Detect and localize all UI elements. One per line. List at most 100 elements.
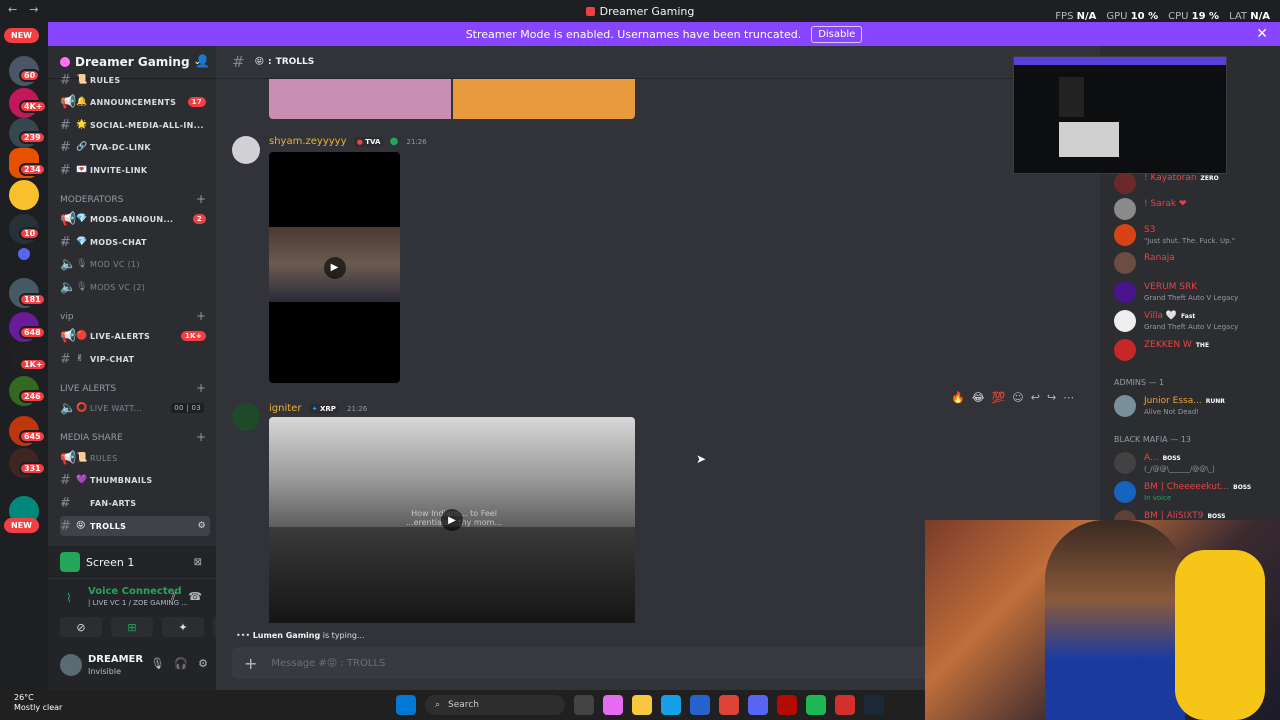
- screen-share-button[interactable]: ⊞: [111, 617, 153, 637]
- member-item[interactable]: ZEKKEN W THE: [1114, 337, 1278, 363]
- copilot-icon[interactable]: [603, 695, 623, 715]
- forward-icon[interactable]: ↪: [1047, 391, 1056, 404]
- voice-channel-mods-vc-2[interactable]: 🔈 🎙 MODS VC (2): [60, 277, 210, 297]
- channel-invite-link[interactable]: ▸ # 💌 INVITE-LINK: [60, 160, 210, 180]
- message-input[interactable]: Message #😝 : TROLLS: [271, 658, 385, 669]
- video-attachment[interactable]: How Indians... to Feel ...erentials ...t…: [269, 417, 635, 623]
- reply-icon[interactable]: ↩: [1031, 391, 1040, 404]
- reaction-fire-icon[interactable]: 🔥: [951, 391, 965, 404]
- channel-announcements[interactable]: ▸ 📢 🔔 ANNOUNCEMENTS 17: [60, 92, 210, 112]
- headphones-icon[interactable]: 🎧: [174, 657, 188, 670]
- category-label: LIVE ALERTS: [60, 384, 117, 394]
- channel-fan-arts[interactable]: ▸ # FAN-ARTS: [60, 493, 210, 513]
- play-icon[interactable]: ▶: [441, 509, 463, 531]
- store-icon[interactable]: [690, 695, 710, 715]
- audio-controls: 🎙 🎧 ⚙: [150, 657, 208, 670]
- voice-channel-mod-vc-1[interactable]: 🔈 🎙 MOD VC (1): [60, 254, 210, 274]
- member-item[interactable]: ! Sarak ❤: [1114, 196, 1278, 222]
- hash-icon: #: [60, 72, 72, 88]
- mention-badge: 2: [192, 214, 206, 224]
- camera-off-button[interactable]: ⊘: [60, 617, 102, 637]
- member-item[interactable]: BM | Cheeeeekut... BOSS In voice: [1114, 479, 1278, 505]
- edge-icon[interactable]: [661, 695, 681, 715]
- category-moderators[interactable]: MODERATORS +: [60, 192, 210, 206]
- channel-emoji: 🔔: [76, 97, 88, 107]
- steam-icon[interactable]: [864, 695, 884, 715]
- app-icon[interactable]: [806, 695, 826, 715]
- member-item[interactable]: VERUM SRK Grand Theft Auto V Legacy: [1114, 279, 1278, 305]
- category-vip[interactable]: vip +: [60, 309, 210, 323]
- disable-button[interactable]: Disable: [811, 25, 863, 43]
- weather-widget[interactable]: 26°C Mostly clear: [14, 693, 62, 713]
- avatar[interactable]: [60, 654, 82, 676]
- microphone-icon[interactable]: 🎙: [150, 657, 164, 670]
- start-icon[interactable]: [396, 695, 416, 715]
- more-icon[interactable]: ⋯: [1063, 391, 1074, 404]
- add-channel-icon[interactable]: +: [196, 430, 206, 444]
- channel-vip-chat[interactable]: # ✌ VIP-CHAT: [60, 349, 210, 369]
- chrome-icon[interactable]: [719, 695, 739, 715]
- channel-mods-announcements[interactable]: ▸ 📢 💎 MODS-ANNOUN... 2: [60, 209, 210, 229]
- category-live-alerts[interactable]: LIVE ALERTS +: [60, 381, 210, 395]
- channel-trolls[interactable]: # 😝 TROLLS ⚙: [60, 516, 210, 536]
- channel-rules[interactable]: # 📜 RULES: [60, 70, 210, 90]
- author-name[interactable]: shyam.zeyyyyy: [269, 136, 347, 147]
- channel-media-rules[interactable]: 📢 📜 RULES: [60, 448, 210, 468]
- avatar: [1114, 281, 1136, 303]
- attachment-image[interactable]: [453, 79, 635, 119]
- settings-icon[interactable]: ⚙: [198, 521, 206, 531]
- add-reaction-icon[interactable]: ☺: [1012, 391, 1023, 404]
- add-channel-icon[interactable]: +: [196, 309, 206, 323]
- member-item[interactable]: Villa 🤍 Fast Grand Theft Auto V Legacy: [1114, 308, 1278, 334]
- channel-tva-dc-link[interactable]: ▸ # 🔗 TVA-DC-LINK: [60, 137, 210, 157]
- gear-icon[interactable]: ⚙: [198, 657, 208, 670]
- channel-mods-chat[interactable]: ▸ # 💎 MODS-CHAT: [60, 232, 210, 252]
- message-composer[interactable]: + Message #😝 : TROLLS: [232, 647, 932, 679]
- disconnect-icon[interactable]: ☎: [188, 590, 202, 603]
- discord-icon[interactable]: [748, 695, 768, 715]
- acrobat-icon[interactable]: [777, 695, 797, 715]
- new-unreads-pill[interactable]: NEW: [4, 28, 39, 43]
- folder-icon[interactable]: [18, 248, 30, 260]
- voice-status[interactable]: Voice Connected: [88, 586, 182, 597]
- new-unreads-pill[interactable]: NEW: [4, 518, 39, 533]
- server-icon[interactable]: [9, 180, 39, 210]
- taskbar-search[interactable]: ⌕ Search: [425, 695, 565, 715]
- obs-icon[interactable]: [835, 695, 855, 715]
- add-attachment-icon[interactable]: +: [244, 654, 257, 673]
- channel-social-media[interactable]: ▸ # 🌟 SOCIAL-MEDIA-ALL-IN...: [60, 115, 210, 135]
- voice-channel-live-watch[interactable]: 🔈 ⭕ LIVE WATT... 00 | 03: [60, 398, 210, 418]
- category-media-share[interactable]: MEDIA SHARE +: [60, 430, 210, 444]
- avatar[interactable]: [232, 136, 260, 164]
- server-badge: 4K+: [19, 100, 48, 113]
- server-badge: 331: [19, 462, 46, 475]
- task-view-icon[interactable]: [574, 695, 594, 715]
- member-item[interactable]: Ranaja: [1114, 250, 1278, 276]
- channel-live-alerts[interactable]: ▸ 📢 🔴 LIVE-ALERTS 1K+: [60, 326, 210, 346]
- add-channel-icon[interactable]: +: [196, 192, 206, 206]
- add-channel-icon[interactable]: +: [196, 381, 206, 395]
- category-label: MODERATORS: [60, 195, 124, 205]
- signal-icon[interactable]: ⌇: [66, 591, 72, 605]
- avatar[interactable]: [232, 403, 260, 431]
- noise-suppression-icon[interactable]: ⫽: [171, 590, 176, 604]
- play-icon[interactable]: ▶: [323, 256, 346, 279]
- server-rail: NEW 60 4K+ 239 234 10 181 648 1K+ 246 64…: [0, 22, 48, 690]
- add-member-icon[interactable]: 👤: [195, 54, 210, 68]
- channel-label: FAN-ARTS: [90, 498, 137, 508]
- close-icon[interactable]: ✕: [1256, 26, 1268, 42]
- channel-thumbnails[interactable]: # 💜 THUMBNAILS: [60, 470, 210, 490]
- attachment-image[interactable]: [269, 79, 451, 119]
- author-name[interactable]: igniter: [269, 403, 301, 414]
- activities-button[interactable]: ✦: [162, 617, 204, 637]
- file-explorer-icon[interactable]: [632, 695, 652, 715]
- reaction-100-icon[interactable]: 💯: [992, 391, 1006, 404]
- member-item[interactable]: S3 "Just shut. The. Fuck. Up.": [1114, 222, 1278, 248]
- member-item[interactable]: Junior Essa... RUNR Alive Not Dead!: [1114, 393, 1278, 419]
- reaction-laugh-icon[interactable]: 😂: [972, 391, 985, 404]
- member-item[interactable]: A... BOSS (_/@@\______/@@\_|: [1114, 450, 1278, 476]
- channel-emoji: 💜: [76, 475, 88, 485]
- video-attachment[interactable]: ▶: [269, 152, 400, 383]
- guild-boost-icon: [60, 57, 70, 67]
- stop-stream-icon[interactable]: ⊠: [194, 557, 202, 568]
